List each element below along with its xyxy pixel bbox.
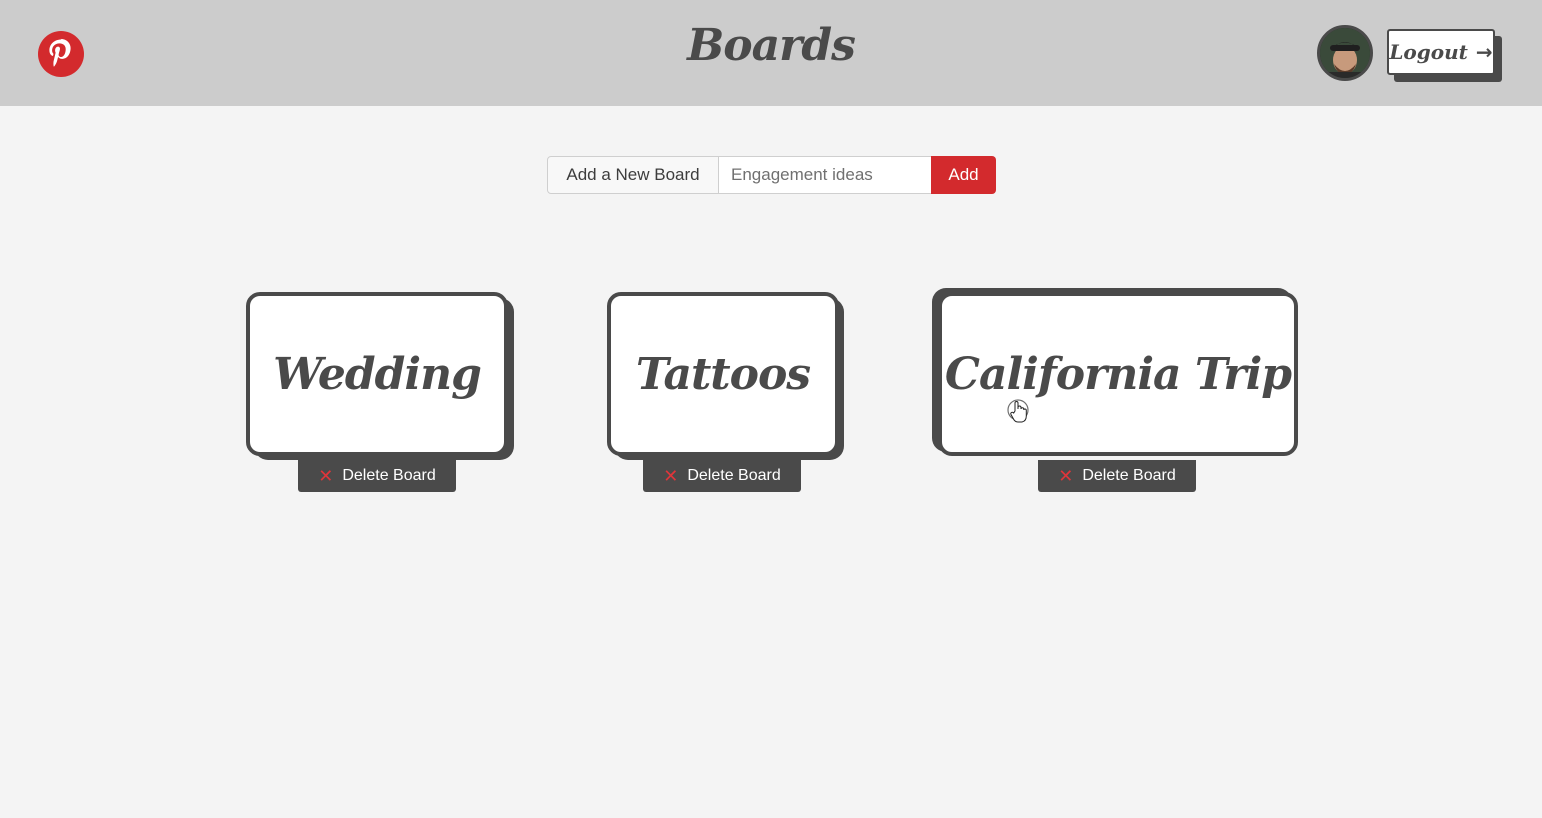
delete-board-label: Delete Board xyxy=(342,467,436,484)
delete-board-button[interactable]: ✕ Delete Board xyxy=(1038,460,1196,492)
board-name-input[interactable] xyxy=(719,156,931,194)
close-icon: ✕ xyxy=(1058,466,1074,486)
delete-board-label: Delete Board xyxy=(1082,467,1176,484)
logout-button[interactable]: Logout → xyxy=(1387,29,1495,75)
board-tile[interactable]: California Trip xyxy=(938,292,1298,456)
board-name: California Trip xyxy=(944,348,1292,400)
user-avatar[interactable] xyxy=(1317,25,1373,81)
logout-wrapper: Logout → xyxy=(1387,29,1502,82)
board-tile[interactable]: Tattoos xyxy=(607,292,839,456)
page-title: Boards xyxy=(687,20,856,71)
board-name: Tattoos xyxy=(635,348,811,400)
delete-board-button[interactable]: ✕ Delete Board xyxy=(298,460,456,492)
top-header: Boards Logout → xyxy=(0,0,1542,106)
close-icon: ✕ xyxy=(663,466,679,486)
delete-board-label: Delete Board xyxy=(687,467,781,484)
add-board-button[interactable]: Add xyxy=(931,156,996,194)
hand-pointer-cursor-icon xyxy=(1007,399,1029,423)
close-icon: ✕ xyxy=(318,466,334,486)
add-board-label: Add a New Board xyxy=(547,156,719,194)
board-name: Wedding xyxy=(273,348,482,400)
board-tile[interactable]: Wedding xyxy=(246,292,508,456)
add-board-form: Add a New Board Add xyxy=(547,156,996,194)
arrow-right-icon: → xyxy=(1475,40,1493,64)
logout-label: Logout xyxy=(1389,40,1468,64)
avatar-photo-icon xyxy=(1320,28,1370,78)
delete-board-button[interactable]: ✕ Delete Board xyxy=(643,460,801,492)
